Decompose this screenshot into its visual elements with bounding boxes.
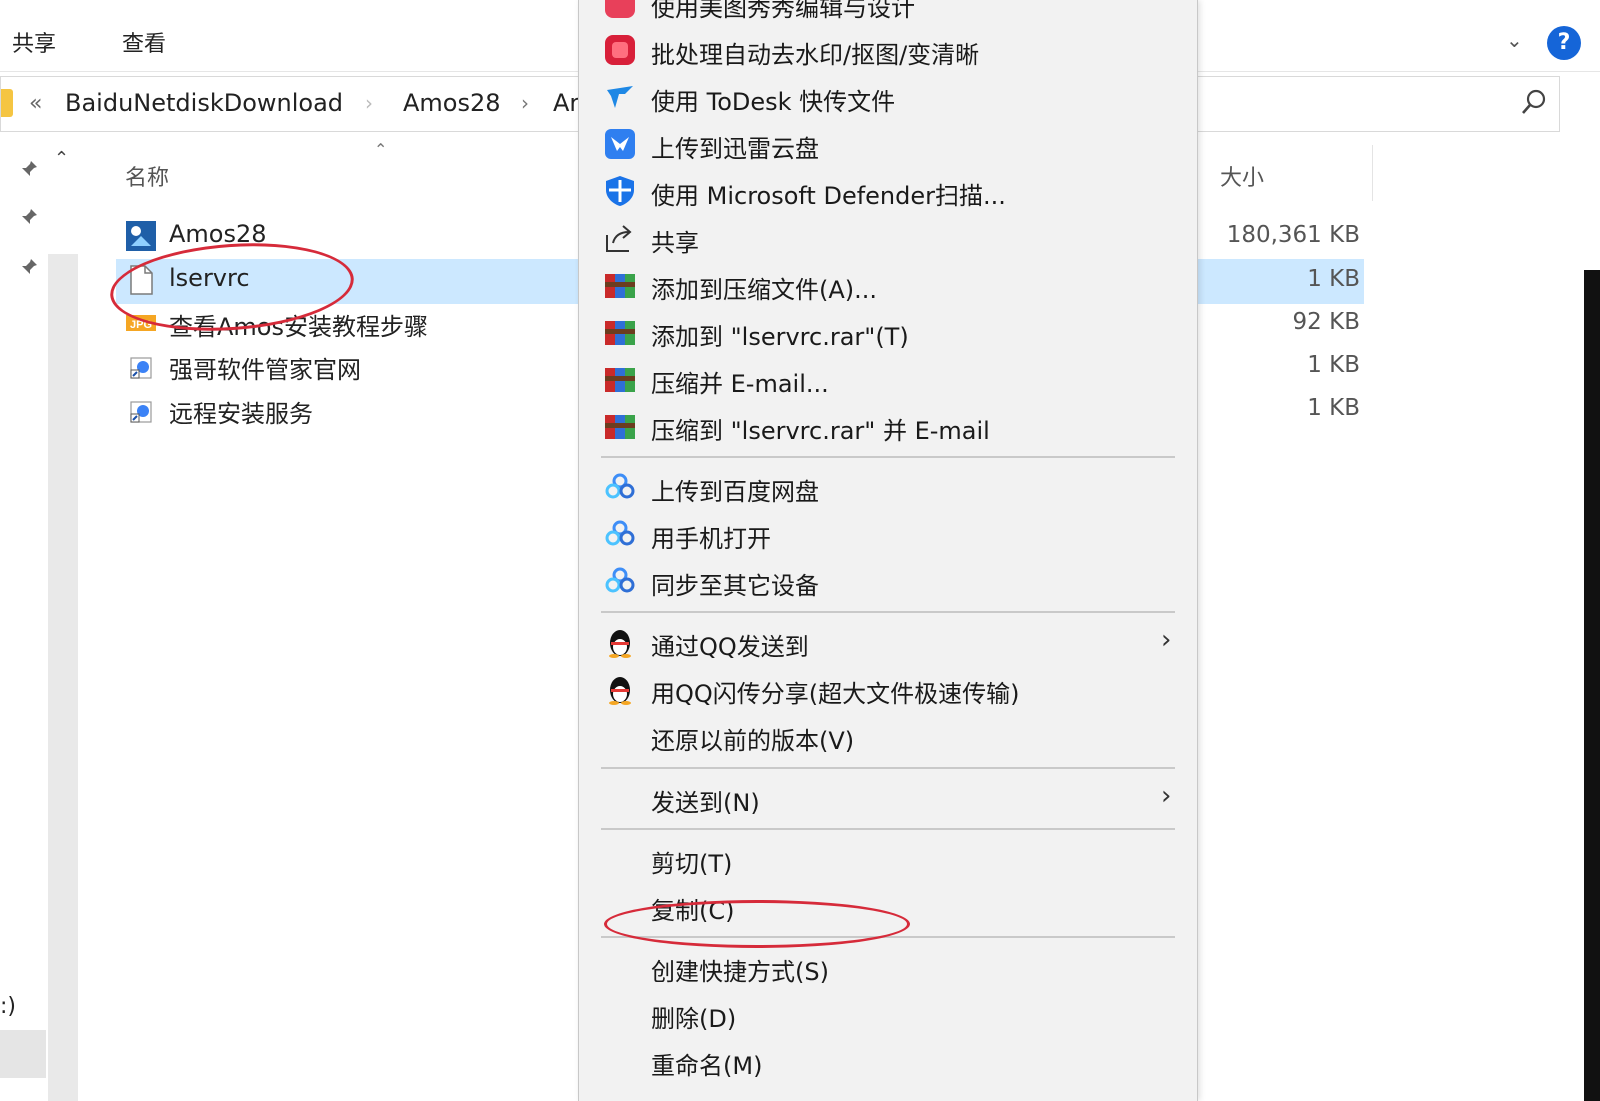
tab-share[interactable]: 共享 bbox=[12, 26, 56, 58]
screen-edge bbox=[1584, 270, 1600, 1101]
pin-icon[interactable] bbox=[20, 258, 38, 276]
breadcrumb-baidunetdiskdownload[interactable]: BaiduNetdiskDownload bbox=[65, 89, 343, 117]
meitu-batch-icon bbox=[605, 35, 635, 65]
menu-separator bbox=[601, 611, 1175, 613]
menu-item-label: 共享 bbox=[651, 229, 699, 257]
winrar-icon bbox=[605, 415, 635, 439]
menu-item-label: 上传到百度网盘 bbox=[651, 478, 819, 506]
column-header-size[interactable]: 大小 bbox=[1220, 160, 1264, 192]
menu-item-label: 批处理自动去水印/抠图/变清晰 bbox=[651, 41, 980, 69]
file-row-official-site[interactable]: 强哥软件管家官网 bbox=[125, 346, 565, 386]
annotation-circle-copy bbox=[604, 900, 910, 948]
menu-item-label: 用QQ闪传分享(超大文件极速传输) bbox=[651, 680, 1020, 708]
meitu-icon bbox=[605, 0, 635, 18]
winrar-icon bbox=[605, 274, 635, 298]
menu-item-todesk[interactable]: 使用 ToDesk 快传文件 bbox=[579, 74, 1199, 120]
winrar-icon bbox=[605, 368, 635, 392]
baidu-netdisk-icon bbox=[605, 520, 635, 546]
menu-item-meitu-batch[interactable]: 批处理自动去水印/抠图/变清晰 bbox=[579, 27, 1199, 73]
menu-item-label: 使用 Microsoft Defender扫描... bbox=[651, 182, 1006, 210]
amos-app-icon bbox=[126, 221, 156, 251]
drive-label[interactable]: :) bbox=[0, 994, 16, 1019]
menu-item-label: 创建快捷方式(S) bbox=[651, 958, 829, 986]
menu-item-create-shortcut[interactable]: 创建快捷方式(S) bbox=[579, 944, 1199, 990]
menu-item-send-to[interactable]: 发送到(N) › bbox=[579, 775, 1199, 821]
menu-item-xunlei[interactable]: 上传到迅雷云盘 bbox=[579, 121, 1199, 167]
qq-penguin-icon bbox=[609, 677, 631, 705]
breadcrumb-amos28[interactable]: Amos28 bbox=[403, 89, 501, 117]
pin-icon[interactable] bbox=[20, 160, 38, 178]
menu-item-compress-email[interactable]: 压缩并 E-mail... bbox=[579, 356, 1199, 402]
submenu-arrow-icon: › bbox=[1161, 625, 1172, 655]
sort-ascending-icon: ⌃ bbox=[374, 140, 388, 159]
folder-icon bbox=[1, 89, 13, 117]
search-icon[interactable] bbox=[1519, 87, 1549, 117]
baidu-netdisk-icon bbox=[605, 567, 635, 593]
share-icon bbox=[606, 225, 632, 252]
menu-item-sync-devices[interactable]: 同步至其它设备 bbox=[579, 558, 1199, 604]
menu-item-label: 同步至其它设备 bbox=[651, 572, 819, 600]
menu-item-label: 添加到 "lservrc.rar"(T) bbox=[651, 323, 909, 351]
internet-shortcut-icon bbox=[130, 401, 152, 423]
breadcrumb-separator-icon[interactable]: › bbox=[365, 91, 373, 115]
menu-item-label: 用手机打开 bbox=[651, 525, 771, 553]
nav-scroll-up-icon[interactable]: ⌃ bbox=[54, 148, 69, 169]
breadcrumb-overflow[interactable]: « bbox=[29, 91, 42, 116]
menu-item-label: 重命名(M) bbox=[651, 1052, 763, 1080]
menu-item-label: 压缩到 "lservrc.rar" 并 E-mail bbox=[651, 417, 990, 445]
menu-item-label: 通过QQ发送到 bbox=[651, 633, 809, 661]
menu-item-delete[interactable]: 删除(D) bbox=[579, 991, 1199, 1037]
file-name: 强哥软件管家官网 bbox=[169, 356, 361, 384]
menu-item-open-on-phone[interactable]: 用手机打开 bbox=[579, 511, 1199, 557]
nav-selected-item[interactable] bbox=[0, 1030, 46, 1078]
menu-item-meitu-edit[interactable]: 使用美图秀秀编辑与设计 bbox=[579, 0, 1199, 26]
menu-item-restore-previous[interactable]: 还原以前的版本(V) bbox=[579, 713, 1199, 759]
tab-view[interactable]: 查看 bbox=[122, 26, 166, 58]
file-name: 远程安装服务 bbox=[169, 400, 313, 428]
pin-icon[interactable] bbox=[20, 208, 38, 226]
navigation-pane: ⌃ :) bbox=[0, 140, 80, 1101]
column-header-name[interactable]: 名称 bbox=[125, 160, 169, 192]
menu-item-label: 使用 ToDesk 快传文件 bbox=[651, 88, 896, 116]
baidu-netdisk-icon bbox=[605, 473, 635, 499]
menu-item-label: 剪切(T) bbox=[651, 850, 733, 878]
menu-separator bbox=[601, 828, 1175, 830]
menu-item-compress-to-rar-email[interactable]: 压缩到 "lservrc.rar" 并 E-mail bbox=[579, 403, 1199, 449]
menu-item-share[interactable]: 共享 bbox=[579, 215, 1199, 261]
winrar-icon bbox=[605, 321, 635, 345]
todesk-icon bbox=[607, 86, 633, 108]
menu-item-send-via-qq[interactable]: 通过QQ发送到 › bbox=[579, 619, 1199, 665]
breadcrumb-separator-icon[interactable]: › bbox=[521, 91, 529, 115]
submenu-arrow-icon: › bbox=[1161, 781, 1172, 811]
column-divider[interactable] bbox=[1372, 145, 1373, 201]
xunlei-icon bbox=[605, 129, 635, 159]
menu-item-add-to-rar[interactable]: 添加到 "lservrc.rar"(T) bbox=[579, 309, 1199, 355]
menu-item-label: 上传到迅雷云盘 bbox=[651, 135, 819, 163]
menu-item-cut[interactable]: 剪切(T) bbox=[579, 836, 1199, 882]
nav-scrollbar[interactable] bbox=[48, 254, 78, 1101]
menu-item-add-archive[interactable]: 添加到压缩文件(A)... bbox=[579, 262, 1199, 308]
menu-item-label: 添加到压缩文件(A)... bbox=[651, 276, 878, 304]
menu-item-qq-flash-share[interactable]: 用QQ闪传分享(超大文件极速传输) bbox=[579, 666, 1199, 712]
menu-separator bbox=[601, 456, 1175, 458]
breadcrumb-current[interactable]: Ar bbox=[553, 89, 579, 117]
menu-item-defender[interactable]: 使用 Microsoft Defender扫描... bbox=[579, 168, 1199, 214]
defender-shield-icon bbox=[606, 176, 634, 206]
menu-item-label: 压缩并 E-mail... bbox=[651, 370, 829, 398]
menu-item-label: 发送到(N) bbox=[651, 789, 760, 817]
internet-shortcut-icon bbox=[130, 357, 152, 379]
file-row-remote-install[interactable]: 远程安装服务 bbox=[125, 390, 565, 430]
menu-separator bbox=[601, 767, 1175, 769]
menu-item-baidu-upload[interactable]: 上传到百度网盘 bbox=[579, 464, 1199, 510]
menu-item-label: 删除(D) bbox=[651, 1005, 737, 1033]
menu-item-label: 还原以前的版本(V) bbox=[651, 727, 855, 755]
qq-penguin-icon bbox=[609, 630, 631, 658]
help-icon[interactable]: ? bbox=[1547, 26, 1581, 60]
menu-item-label: 使用美图秀秀编辑与设计 bbox=[651, 0, 915, 22]
menu-item-rename[interactable]: 重命名(M) bbox=[579, 1038, 1199, 1084]
ribbon-expand-chevron-icon[interactable]: ⌄ bbox=[1506, 28, 1523, 52]
